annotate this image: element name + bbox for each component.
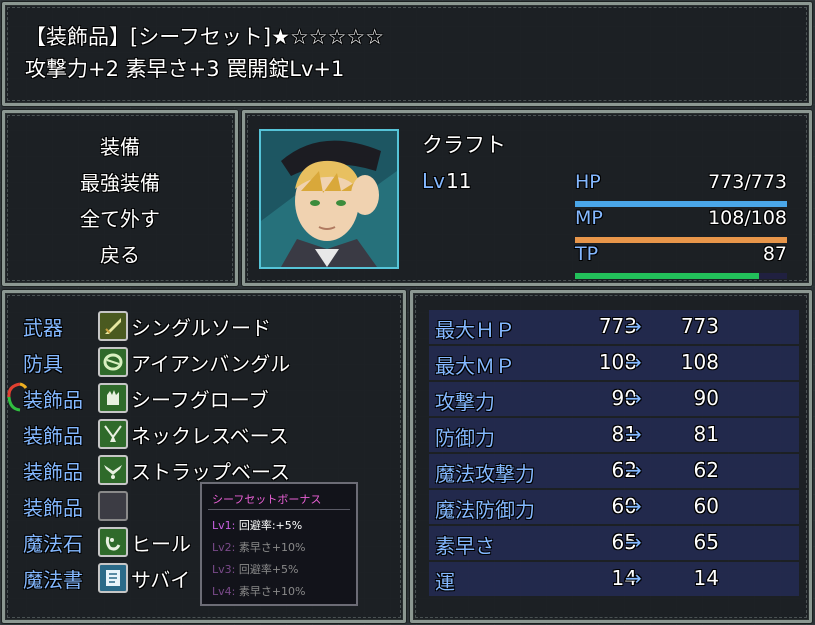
slot-type-label: 装飾品 — [23, 424, 83, 448]
slot-type-label: 武器 — [23, 316, 63, 340]
actor-status-window: クラフト Lv 11 HP 773/773 MP 108/108 TP 87 — [242, 110, 812, 286]
help-window: 【装飾品】[シーフセット]★☆☆☆☆☆ 攻撃力+2 素早さ+3 罠開錠Lv+1 — [2, 2, 812, 106]
param-name: 魔法攻撃力 — [435, 462, 535, 486]
param-name: 運 — [435, 570, 455, 594]
glove-icon — [98, 383, 128, 413]
slot-item-name: ネックレスベース — [131, 424, 289, 448]
slot-type-label: 装飾品 — [23, 460, 83, 484]
slot-armor[interactable]: 防具 アイアンバングル — [23, 346, 403, 378]
slot-weapon[interactable]: 武器 シングルソード — [23, 310, 403, 342]
param-row-max-hp: 最大ＨＰ 773 → 773 — [429, 310, 799, 344]
param-new: 90 — [693, 386, 719, 410]
arrow-right-icon: → — [625, 530, 642, 554]
arrow-right-icon: → — [625, 314, 642, 338]
tooltip-row-2: Lv2: 素早さ+10% — [212, 539, 306, 555]
bangle-icon — [98, 347, 128, 377]
param-name: 最大ＭＰ — [435, 354, 515, 378]
param-row-magic-defense: 魔法防御力 60 → 60 — [429, 490, 799, 524]
item-title: 【装飾品】[シーフセット]★☆☆☆☆☆ — [25, 25, 385, 49]
tooltip-row-4: Lv4: 素早さ+10% — [212, 583, 306, 599]
param-row-max-mp: 最大ＭＰ 108 → 108 — [429, 346, 799, 380]
tooltip-bonus: 回避率+5% — [238, 563, 299, 576]
param-new: 60 — [693, 494, 719, 518]
magic-book-icon — [98, 563, 128, 593]
tp-value: 87 — [762, 243, 787, 265]
param-row-luck: 運 14 → 14 — [429, 562, 799, 596]
command-back[interactable]: 戻る — [5, 239, 235, 268]
tooltip-bonus: 素早さ+10% — [238, 541, 306, 554]
hp-label: HP — [575, 171, 601, 193]
param-row-agility: 素早さ 65 → 65 — [429, 526, 799, 560]
param-new: 14 — [693, 566, 719, 590]
tooltip-bonus: 回避率:+5% — [238, 519, 303, 532]
slot-type-label: 魔法石 — [23, 532, 83, 556]
tooltip-bonus: 素早さ+10% — [238, 585, 306, 598]
sword-icon — [98, 311, 128, 341]
param-new: 62 — [693, 458, 719, 482]
arrow-right-icon: → — [625, 458, 642, 482]
tooltip-row-1: Lv1: 回避率:+5% — [212, 517, 302, 533]
param-name: 魔法防御力 — [435, 498, 535, 522]
slot-item-name: サバイ — [131, 568, 191, 592]
hp-value: 773/773 — [708, 171, 787, 193]
mp-label: MP — [575, 207, 603, 229]
parameter-window: 最大ＨＰ 773 → 773 最大ＭＰ 108 → 108 攻撃力 90 → 9… — [410, 290, 812, 623]
arrow-right-icon: → — [625, 494, 642, 518]
tooltip-level: Lv2: — [212, 541, 236, 554]
param-name: 最大ＨＰ — [435, 318, 515, 342]
tooltip-divider — [208, 509, 350, 510]
slot-accessory-2[interactable]: 装飾品 ネックレスベース — [23, 418, 403, 450]
item-description: 攻撃力+2 素早さ+3 罠開錠Lv+1 — [25, 57, 345, 81]
tooltip-title: シーフセットボーナス — [212, 493, 322, 506]
arrow-right-icon: → — [625, 386, 642, 410]
arrow-right-icon: → — [625, 350, 642, 374]
tooltip-level: Lv3: — [212, 563, 236, 576]
mp-bar-fill — [575, 237, 787, 243]
tooltip-level: Lv4: — [212, 585, 236, 598]
mp-bar-track — [575, 237, 787, 243]
param-name: 素早さ — [435, 534, 495, 558]
necklace-icon — [98, 419, 128, 449]
slot-item-name: シーフグローブ — [131, 388, 269, 412]
tp-label: TP — [575, 243, 599, 265]
level-value: 11 — [446, 169, 472, 193]
param-row-magic-attack: 魔法攻撃力 62 → 62 — [429, 454, 799, 488]
set-bonus-tooltip: シーフセットボーナス Lv1: 回避率:+5% Lv2: 素早さ+10% Lv3… — [200, 482, 358, 606]
param-name: 攻撃力 — [435, 390, 495, 414]
slot-type-label: 装飾品 — [23, 496, 83, 520]
command-optimize[interactable]: 最強装備 — [5, 167, 235, 196]
slot-item-name: シングルソード — [131, 316, 271, 340]
tooltip-row-3: Lv3: 回避率+5% — [212, 561, 299, 577]
selection-cursor-icon — [7, 382, 28, 412]
level-label: Lv — [422, 169, 445, 193]
strap-icon — [98, 455, 128, 485]
param-new: 65 — [693, 530, 719, 554]
slot-item-name: アイアンバングル — [131, 352, 291, 376]
tooltip-level: Lv1: — [212, 519, 236, 532]
slot-type-label: 魔法書 — [23, 568, 83, 592]
slot-item-name: ストラップベース — [131, 460, 290, 484]
tp-bar-track — [575, 273, 787, 279]
actor-name: クラフト — [422, 133, 506, 157]
param-row-defense: 防御力 81 → 81 — [429, 418, 799, 452]
param-name: 防御力 — [435, 426, 495, 450]
slot-type-label: 装飾品 — [23, 388, 83, 412]
param-new: 108 — [680, 350, 719, 374]
command-clear-all[interactable]: 全て外す — [5, 203, 235, 232]
magic-stone-icon — [98, 527, 128, 557]
slot-item-name: ヒール — [131, 532, 191, 556]
param-row-attack: 攻撃力 90 → 90 — [429, 382, 799, 416]
slot-accessory-1[interactable]: 装飾品 シーフグローブ — [23, 382, 403, 414]
mp-value: 108/108 — [708, 207, 787, 229]
command-window: 装備 最強装備 全て外す 戻る — [2, 110, 238, 286]
slot-type-label: 防具 — [23, 352, 63, 376]
actor-portrait — [259, 129, 399, 269]
param-new: 773 — [680, 314, 719, 338]
arrow-right-icon: → — [625, 566, 642, 590]
arrow-right-icon: → — [625, 422, 642, 446]
empty-slot-icon — [98, 491, 128, 521]
tp-bar-fill — [575, 273, 760, 279]
command-equip[interactable]: 装備 — [5, 131, 235, 160]
param-new: 81 — [693, 422, 719, 446]
